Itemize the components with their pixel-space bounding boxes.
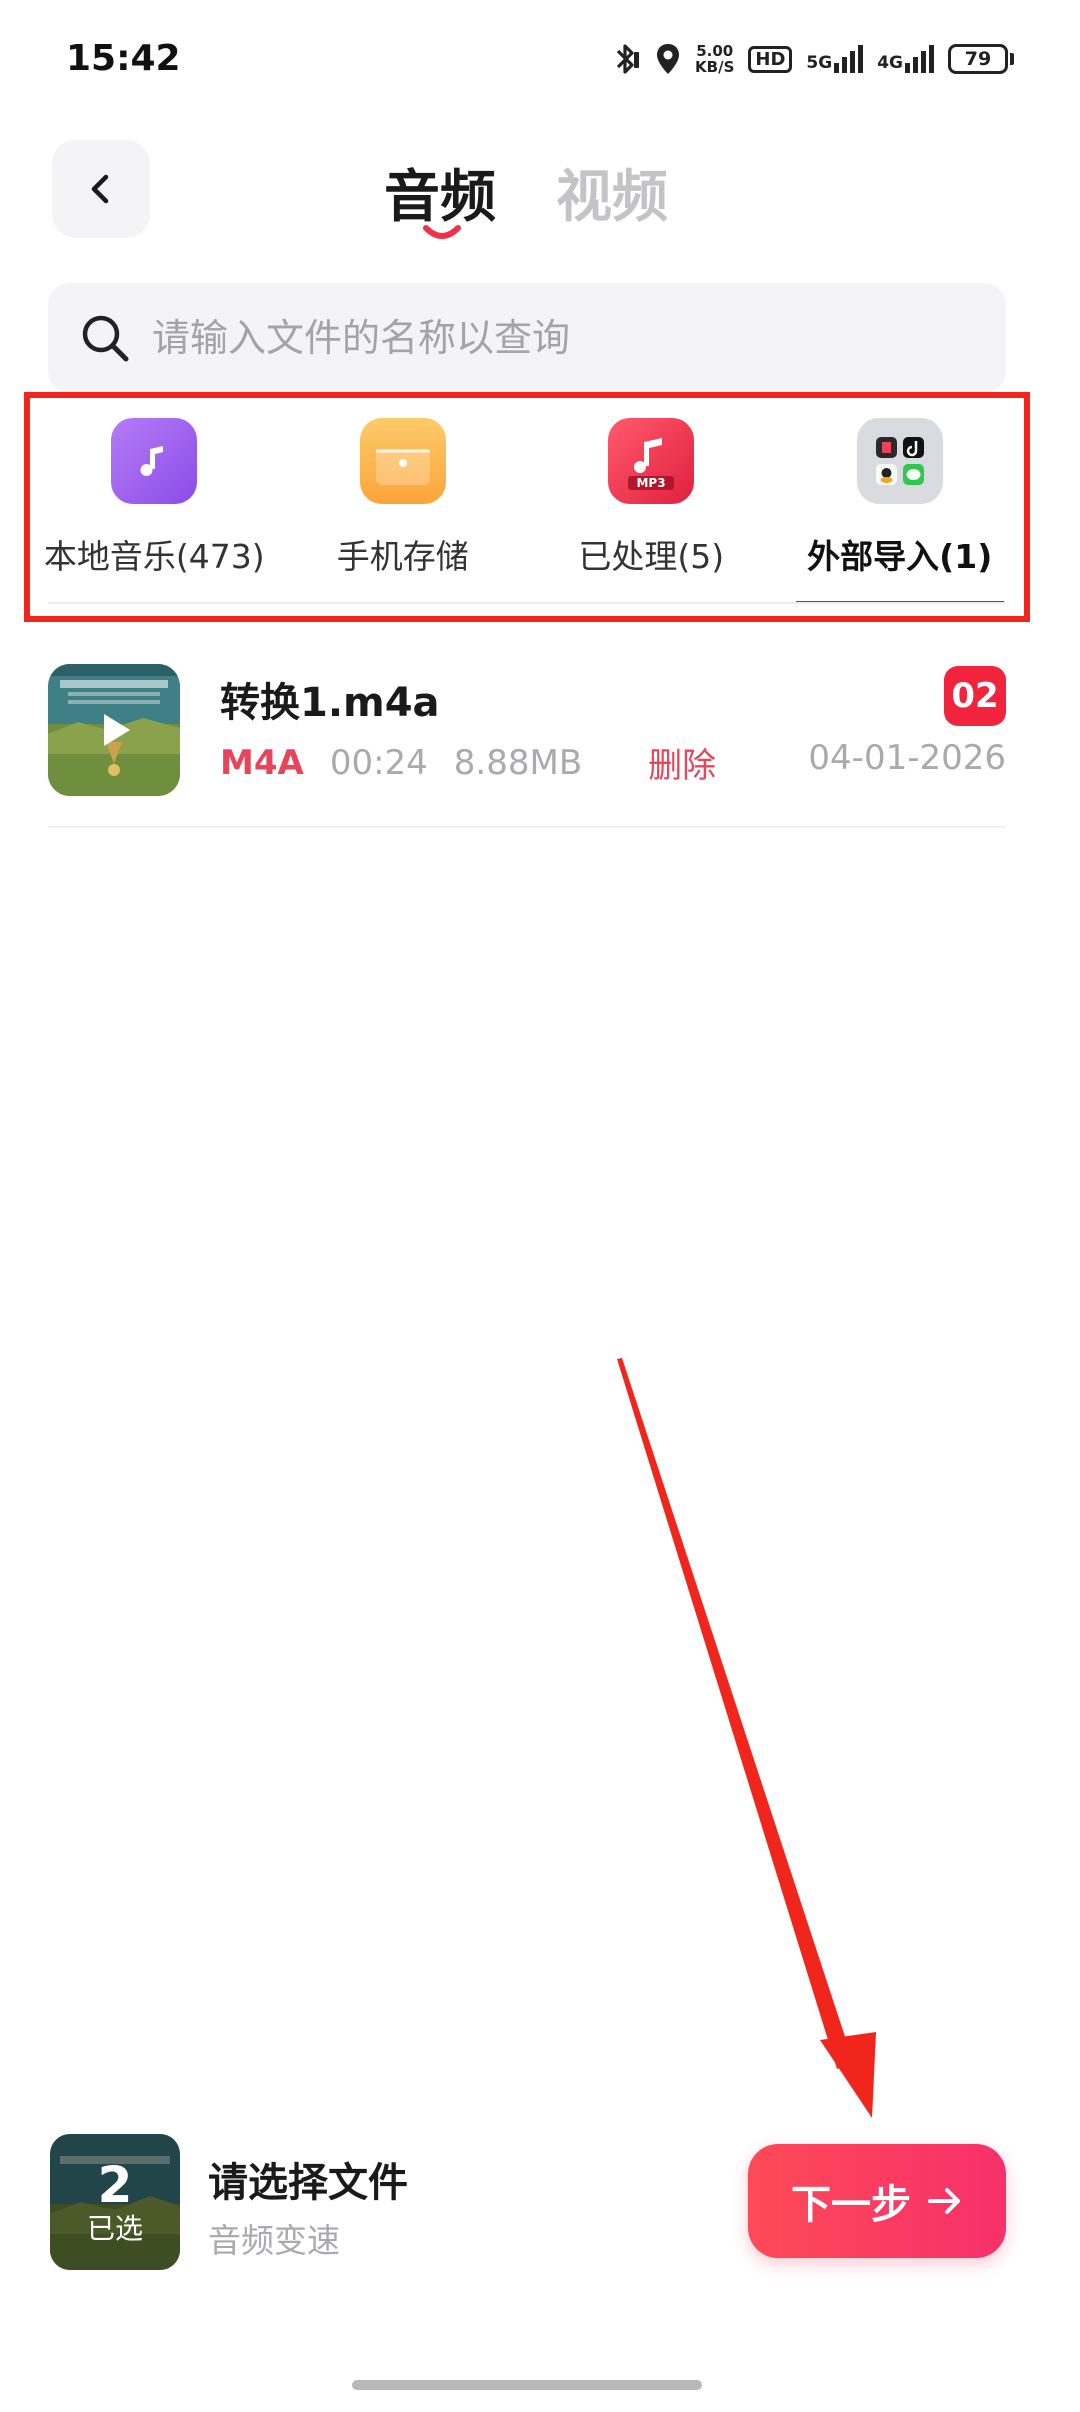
selected-count: 2 — [97, 2156, 133, 2214]
home-indicator[interactable] — [352, 2380, 702, 2390]
network-speed-value: 5.00 — [696, 42, 734, 60]
file-format: M4A — [220, 742, 304, 783]
search-bar[interactable] — [48, 283, 1006, 393]
file-name: 转换1.m4a — [220, 680, 440, 726]
tab-audio[interactable]: 音频 — [384, 152, 496, 233]
selected-files-thumbnail[interactable]: 2 已选 — [50, 2134, 180, 2270]
search-icon — [82, 315, 129, 362]
network-speed-unit: KB/S — [695, 58, 735, 76]
tab-video[interactable]: 视频 — [556, 152, 668, 233]
signal-sim2: 4G — [877, 45, 934, 73]
next-step-label: 下一步 — [791, 2182, 911, 2228]
hd-voice-icon: HD — [748, 45, 793, 73]
back-button[interactable] — [52, 140, 150, 238]
bottom-subtitle: 音频变速 — [208, 2221, 340, 2260]
next-step-button[interactable]: 下一步 — [748, 2144, 1006, 2258]
chevron-left-icon — [91, 174, 109, 204]
file-meta: M4A 00:24 8.88MB 删除 — [220, 738, 716, 787]
arrow-right-icon — [928, 2188, 960, 2214]
annotation-highlight-box — [24, 392, 1030, 622]
signal-bars-icon — [834, 45, 864, 73]
battery-level: 79 — [948, 44, 1008, 74]
file-size: 8.88MB — [453, 742, 583, 783]
signal-sim2-label: 4G — [877, 53, 903, 73]
selected-label: 已选 — [86, 2212, 143, 2245]
status-time: 15:42 — [66, 38, 181, 79]
selection-order-badge: 02 — [944, 666, 1006, 726]
signal-sim1-label: 5G — [806, 53, 833, 73]
file-thumbnail[interactable] — [48, 664, 180, 796]
battery-icon: 79 — [948, 44, 1014, 74]
bottom-title: 请选择文件 — [208, 2160, 408, 2206]
location-icon — [655, 42, 681, 76]
bluetooth-icon — [611, 42, 641, 76]
delete-button[interactable]: 删除 — [648, 738, 716, 787]
signal-sim1: 5G — [806, 45, 864, 73]
file-list-item[interactable]: 转换1.m4a M4A 00:24 8.88MB 删除 02 04-01-202… — [48, 660, 1006, 828]
file-date: 04-01-2026 — [808, 738, 1006, 778]
network-speed: 5.00 KB/S — [695, 43, 734, 75]
status-icons: 5.00 KB/S HD 5G 4G 79 — [611, 38, 1014, 80]
search-input[interactable] — [150, 315, 974, 361]
signal-bars-icon — [905, 45, 934, 73]
tab-active-indicator — [423, 225, 461, 239]
file-duration: 00:24 — [329, 742, 428, 783]
selected-overlay: 2 已选 — [50, 2134, 180, 2270]
